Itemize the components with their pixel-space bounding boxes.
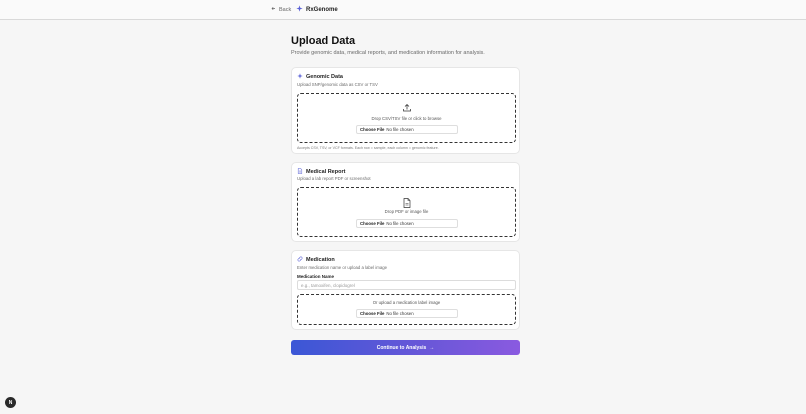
brand: RxGenome (296, 5, 338, 14)
pill-icon (297, 256, 303, 264)
choose-file-button[interactable]: Choose File (360, 127, 384, 132)
file-status: No file chosen (386, 127, 414, 132)
document-icon (297, 168, 303, 176)
genomic-drop-text: Drop CSV/TSV file or click to browse (371, 116, 442, 121)
help-button[interactable]: N (5, 397, 16, 408)
medical-dropzone[interactable]: Drop PDF or image file Choose File No fi… (297, 187, 516, 237)
medical-report-card: Medical Report Upload a lab report PDF o… (291, 162, 520, 242)
medication-description: Enter medication name or upload a label … (297, 265, 388, 270)
sparkle-icon (296, 5, 303, 14)
file-status: No file chosen (386, 221, 414, 226)
back-label: Back (279, 6, 292, 13)
medication-name-input[interactable] (297, 280, 516, 290)
sparkle-icon (297, 73, 303, 81)
continue-to-analysis-button[interactable]: Continue to Analysis → (291, 340, 520, 355)
page-title: Upload Data (291, 35, 356, 47)
genomic-card-title: Genomic Data (297, 73, 343, 81)
file-status: No file chosen (386, 311, 414, 316)
choose-file-button[interactable]: Choose File (360, 221, 384, 226)
arrow-left-icon (271, 6, 276, 13)
genomic-description: Upload SNP/genomic data as CSV or TSV (297, 82, 378, 87)
medical-card-title: Medical Report (297, 168, 345, 176)
top-bar: Back RxGenome (0, 0, 806, 20)
medication-name-label: Medication Name (297, 274, 335, 279)
continue-label: Continue to Analysis (376, 344, 427, 351)
genomic-title-label: Genomic Data (306, 74, 343, 80)
medical-title-label: Medical Report (306, 169, 346, 175)
medication-drop-text: Or upload a medication label image (372, 300, 441, 305)
help-label: N (8, 399, 13, 406)
choose-file-button[interactable]: Choose File (360, 311, 384, 316)
genomic-format-note: Accepts CSV, TSV, or VCF formats. Each r… (297, 146, 439, 150)
genomic-dropzone[interactable]: Drop CSV/TSV file or click to browse Cho… (297, 93, 516, 143)
genomic-file-input[interactable]: Choose File No file chosen (356, 125, 458, 134)
medical-description: Upload a lab report PDF or screenshot (297, 176, 371, 181)
medication-card-title: Medication (297, 256, 335, 264)
genomic-data-card: Genomic Data Upload SNP/genomic data as … (291, 67, 520, 154)
medication-card: Medication Enter medication name or uplo… (291, 250, 520, 330)
page-subtitle: Provide genomic data, medical reports, a… (291, 50, 485, 56)
brand-name: RxGenome (306, 6, 338, 13)
arrow-right-icon: → (429, 344, 435, 351)
medication-dropzone[interactable]: Or upload a medication label image Choos… (297, 294, 516, 325)
back-button[interactable]: Back (271, 6, 291, 13)
medical-drop-text: Drop PDF or image file (384, 209, 429, 214)
medical-file-input[interactable]: Choose File No file chosen (356, 219, 458, 228)
medication-title-label: Medication (306, 257, 335, 263)
medication-file-input[interactable]: Choose File No file chosen (356, 309, 458, 318)
